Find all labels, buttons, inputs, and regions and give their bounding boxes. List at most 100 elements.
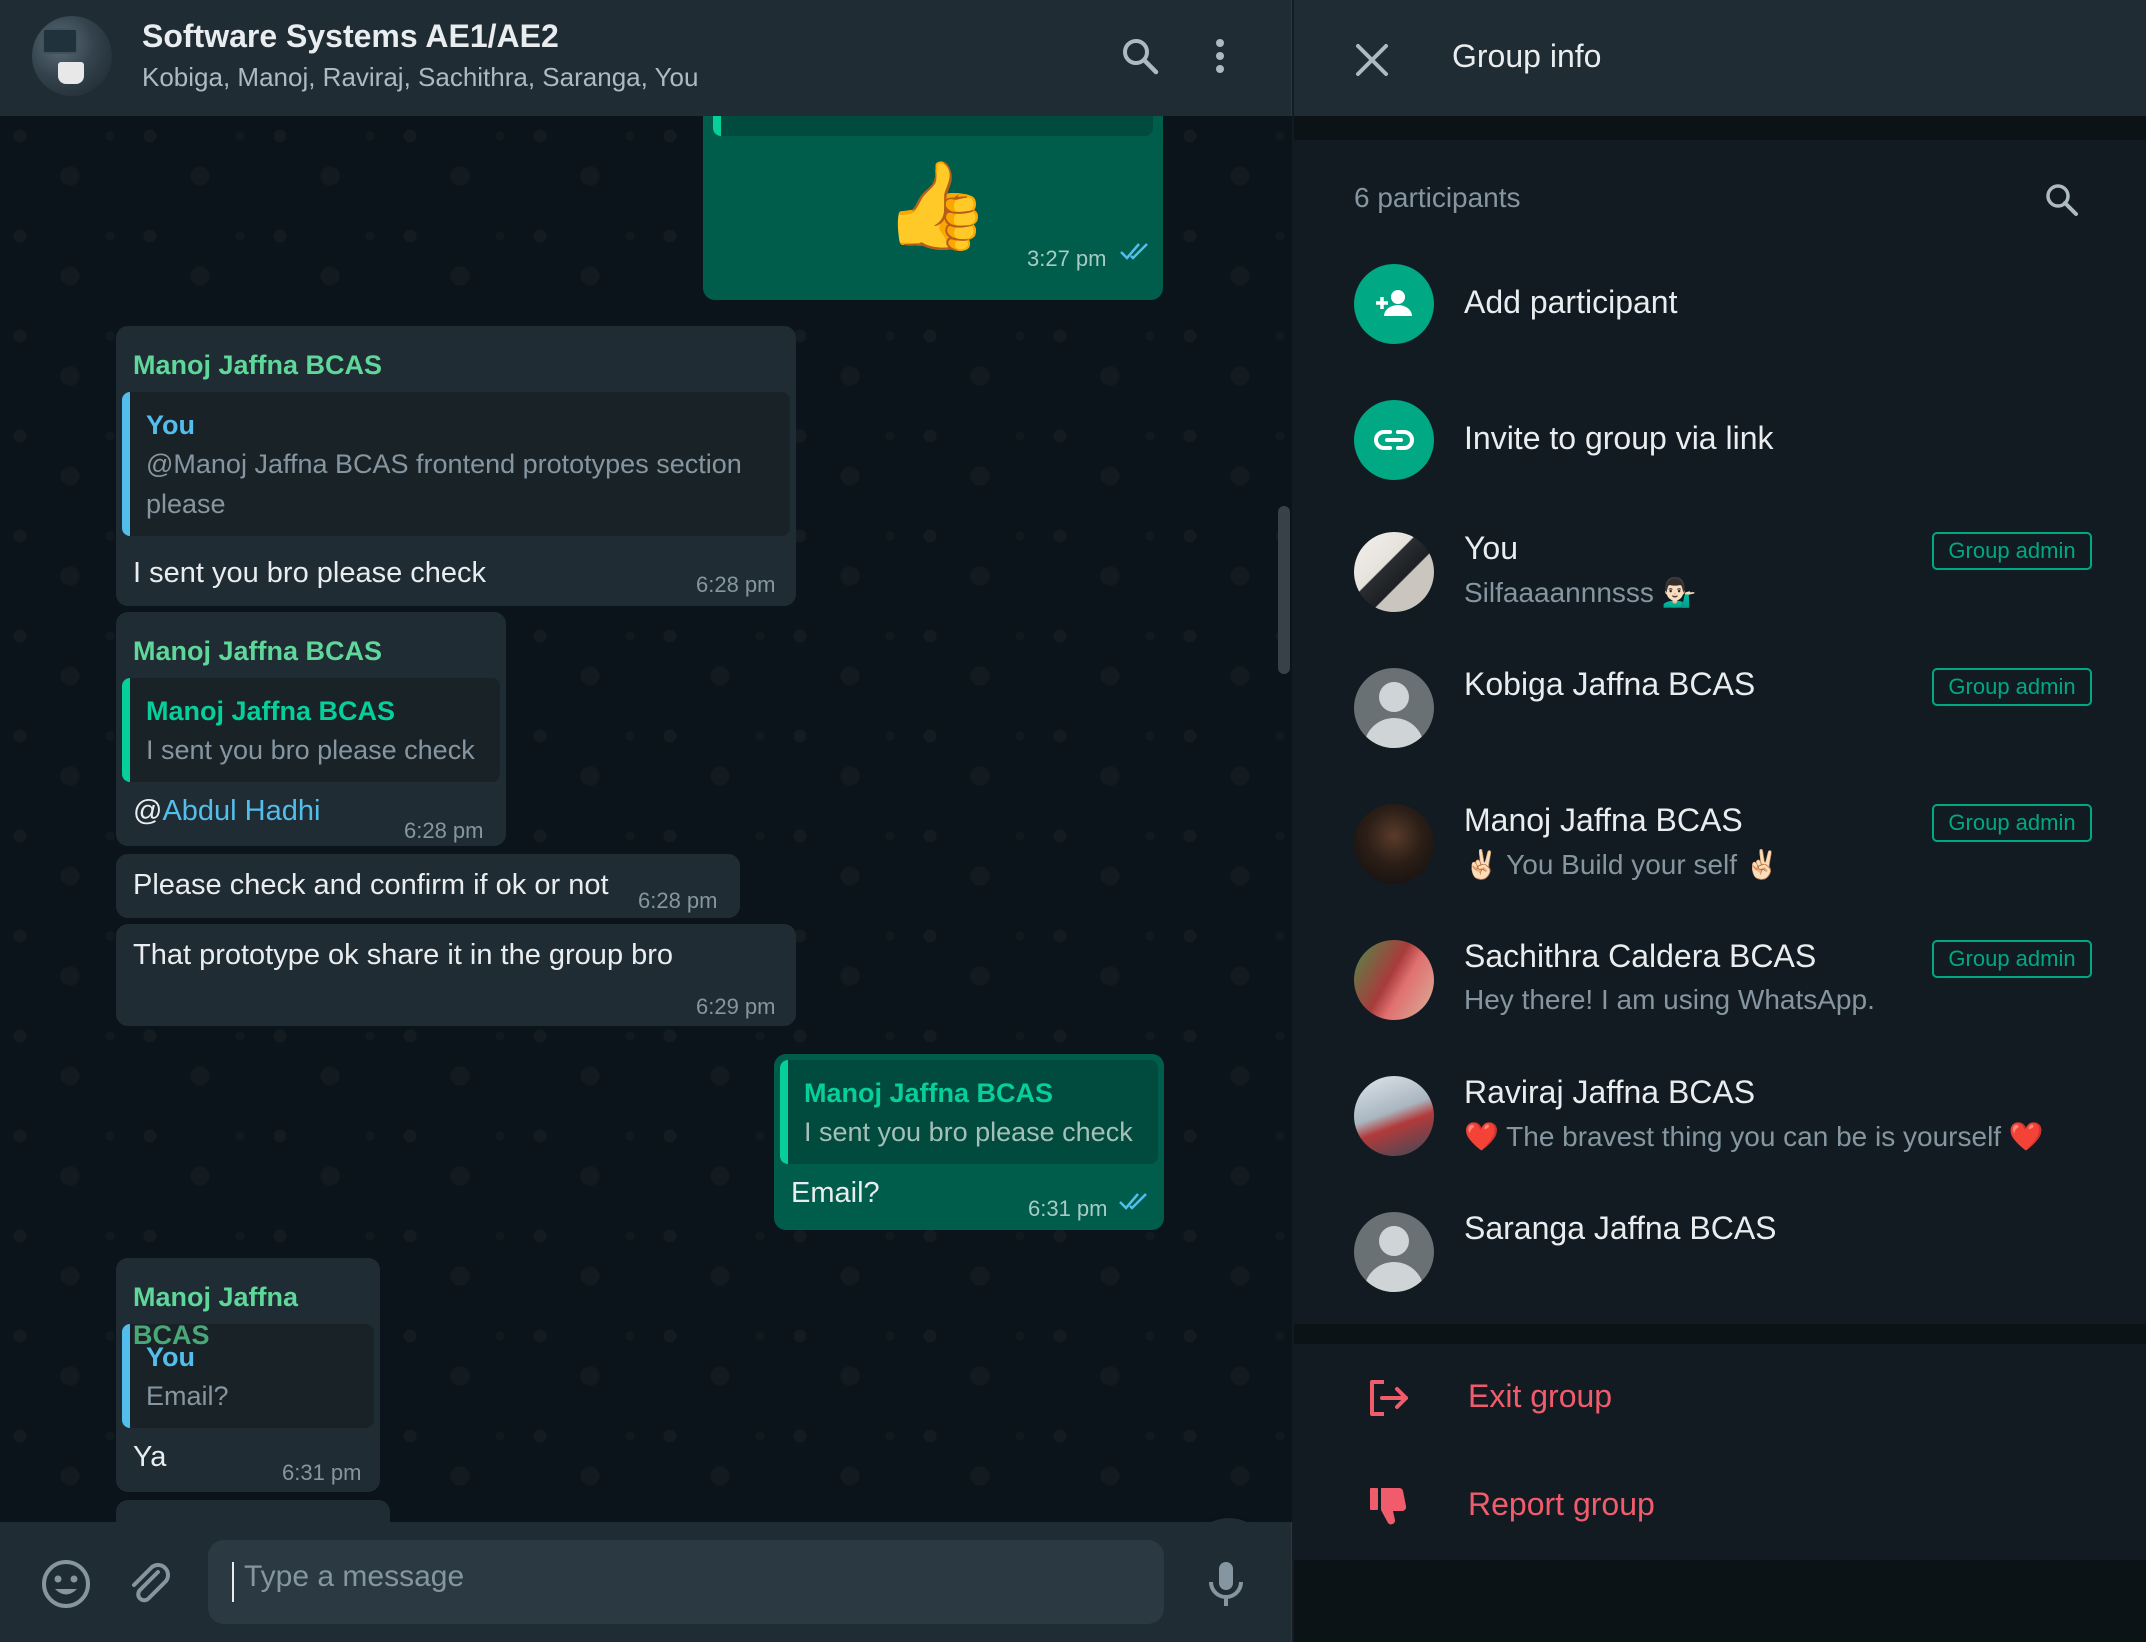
- chat-pane: Software Systems AE1/AE2 Kobiga, Manoj, …: [0, 0, 1292, 1642]
- message-input-placeholder: Type a message: [244, 1560, 465, 1593]
- group-actions-section: Exit group Report group: [1294, 1344, 2146, 1560]
- menu-dots-icon[interactable]: [1198, 34, 1242, 78]
- message-time: 6:28 pm: [638, 888, 718, 913]
- section-divider: [1294, 116, 2146, 140]
- message-input[interactable]: Type a message: [208, 1540, 1164, 1624]
- group-admin-badge: Group admin: [1932, 532, 2092, 570]
- search-icon[interactable]: [1118, 34, 1162, 78]
- message-text: Email?: [791, 1177, 880, 1209]
- group-admin-badge: Group admin: [1932, 804, 2092, 842]
- message-sender[interactable]: Manoj Jaffna BCAS: [133, 346, 382, 384]
- group-info-header: Group info: [1294, 0, 2146, 116]
- chat-scrollbar[interactable]: [1278, 506, 1290, 674]
- participants-count: 6 participants: [1354, 182, 1521, 213]
- report-group-button[interactable]: Report group: [1294, 1452, 2146, 1560]
- quoted-sender: Manoj Jaffna BCAS: [146, 696, 396, 726]
- message-time: 6:31 pm: [1028, 1196, 1108, 1221]
- message-incoming[interactable]: Manoj Jaffna BCAS You @Manoj Jaffna BCAS…: [116, 326, 796, 606]
- default-avatar-icon: [1354, 1212, 1434, 1292]
- participants-section: 6 participants Add participant Invite to…: [1294, 140, 2146, 1324]
- avatar: [1354, 532, 1434, 612]
- avatar: [1354, 1076, 1434, 1156]
- search-icon[interactable]: [2042, 180, 2082, 220]
- invite-link-button[interactable]: Invite to group via link: [1294, 380, 2146, 500]
- message-text: @Abdul Hadhi: [133, 792, 320, 830]
- mention-at: @: [133, 795, 163, 827]
- message-incoming[interactable]: That prototype ok share it in the group …: [116, 924, 796, 1026]
- quoted-text: I sent you bro please check: [804, 1117, 1133, 1147]
- participant-name: You: [1464, 530, 1518, 566]
- quoted-text: I sent you bro please check: [146, 735, 475, 765]
- message-incoming[interactable]: Manoj Jaffna BCAS You Email? Ya 6:31 pm: [116, 1258, 380, 1492]
- message-text: That prototype ok share it in the group …: [133, 939, 674, 971]
- participant-row[interactable]: You Silfaaaannnsss 💁🏻‍♂️ Group admin: [1294, 504, 2146, 640]
- quoted-text-cont: please: [146, 489, 226, 519]
- participant-row[interactable]: Saranga Jaffna BCAS: [1294, 1184, 2146, 1320]
- group-info-pane: Group info 6 participants Add participan…: [1294, 0, 2146, 1642]
- participant-row[interactable]: Manoj Jaffna BCAS ✌🏻 You Build your self…: [1294, 776, 2146, 912]
- chat-members[interactable]: Kobiga, Manoj, Raviraj, Sachithra, Saran…: [142, 62, 698, 93]
- participant-status: Hey there! I am using WhatsApp.: [1464, 984, 1875, 1015]
- message-time: 6:28 pm: [404, 818, 484, 843]
- message-time: 6:28 pm: [696, 572, 776, 597]
- message-time: 6:29 pm: [696, 994, 776, 1019]
- quoted-message[interactable]: [713, 116, 1153, 136]
- quoted-message[interactable]: Manoj Jaffna BCAS I sent you bro please …: [780, 1060, 1158, 1164]
- message-incoming[interactable]: Manoj Jaffna BCAS Manoj Jaffna BCAS I se…: [116, 612, 506, 846]
- exit-group-button[interactable]: Exit group: [1294, 1344, 2146, 1452]
- exit-group-label: Exit group: [1468, 1378, 1613, 1414]
- close-icon[interactable]: [1350, 38, 1394, 82]
- quoted-message[interactable]: You Email?: [122, 1324, 374, 1428]
- message-incoming-partial[interactable]: [116, 1500, 390, 1522]
- attach-icon[interactable]: [124, 1558, 176, 1610]
- group-admin-badge: Group admin: [1932, 668, 2092, 706]
- quoted-message[interactable]: Manoj Jaffna BCAS I sent you bro please …: [122, 678, 500, 782]
- chat-body[interactable]: 👍 3:27 pm Manoj Jaffna BCAS You @Manoj J…: [0, 116, 1292, 1522]
- avatar: [1354, 940, 1434, 1020]
- message-outgoing[interactable]: Manoj Jaffna BCAS I sent you bro please …: [774, 1054, 1164, 1230]
- message-sender[interactable]: Manoj Jaffna BCAS: [133, 632, 382, 670]
- participant-name: Sachithra Caldera BCAS: [1464, 938, 1817, 974]
- emoji-message: 👍: [883, 158, 991, 254]
- quoted-text: Email?: [146, 1381, 229, 1411]
- emoji-icon[interactable]: [40, 1558, 92, 1610]
- default-avatar-icon: [1354, 668, 1434, 748]
- mention-link[interactable]: Abdul Hadhi: [162, 795, 320, 827]
- quoted-sender: You: [146, 410, 195, 440]
- composer-bar: Type a message: [0, 1522, 1292, 1642]
- chat-header[interactable]: Software Systems AE1/AE2 Kobiga, Manoj, …: [0, 0, 1292, 116]
- participant-status: ❤️ The bravest thing you can be is yours…: [1464, 1121, 2044, 1152]
- add-person-icon: [1354, 264, 1434, 344]
- invite-link-label: Invite to group via link: [1464, 420, 1774, 456]
- participant-status: Silfaaaannnsss 💁🏻‍♂️: [1464, 577, 1697, 608]
- quoted-sender: Manoj Jaffna BCAS: [804, 1078, 1054, 1108]
- message-text: I sent you bro please check: [133, 557, 487, 589]
- participant-name: Raviraj Jaffna BCAS: [1464, 1074, 1756, 1110]
- chat-title[interactable]: Software Systems AE1/AE2: [142, 18, 559, 55]
- participant-row[interactable]: Raviraj Jaffna BCAS ❤️ The bravest thing…: [1294, 1048, 2146, 1184]
- participant-status: ✌🏻 You Build your self ✌🏻: [1464, 849, 1780, 880]
- participant-row[interactable]: Kobiga Jaffna BCAS Group admin: [1294, 640, 2146, 776]
- microphone-icon[interactable]: [1200, 1558, 1252, 1610]
- participant-name: Saranga Jaffna BCAS: [1464, 1210, 1777, 1246]
- report-group-label: Report group: [1468, 1486, 1655, 1522]
- quoted-text: @Manoj Jaffna BCAS frontend prototypes s…: [146, 449, 742, 479]
- message-text: Please check and confirm if ok or not: [133, 869, 609, 901]
- group-admin-badge: Group admin: [1932, 940, 2092, 978]
- message-text: Ya: [133, 1441, 167, 1473]
- section-divider: [1294, 1324, 2146, 1344]
- message-incoming[interactable]: Please check and confirm if ok or not 6:…: [116, 854, 740, 918]
- exit-icon: [1370, 1380, 1408, 1416]
- thumbs-down-icon: [1370, 1487, 1407, 1525]
- participant-name: Manoj Jaffna BCAS: [1464, 802, 1743, 838]
- message-outgoing-thumbs[interactable]: 👍 3:27 pm: [703, 116, 1163, 300]
- read-ticks-icon: [1120, 243, 1148, 260]
- add-participant-button[interactable]: Add participant: [1294, 244, 2146, 364]
- participant-row[interactable]: Sachithra Caldera BCAS Hey there! I am u…: [1294, 912, 2146, 1048]
- quoted-message[interactable]: You @Manoj Jaffna BCAS frontend prototyp…: [122, 392, 790, 536]
- group-avatar[interactable]: [32, 16, 112, 96]
- message-time: 3:27 pm: [1027, 246, 1107, 271]
- message-time: 6:31 pm: [282, 1460, 362, 1485]
- read-ticks-icon: [1119, 1193, 1147, 1210]
- avatar: [1354, 804, 1434, 884]
